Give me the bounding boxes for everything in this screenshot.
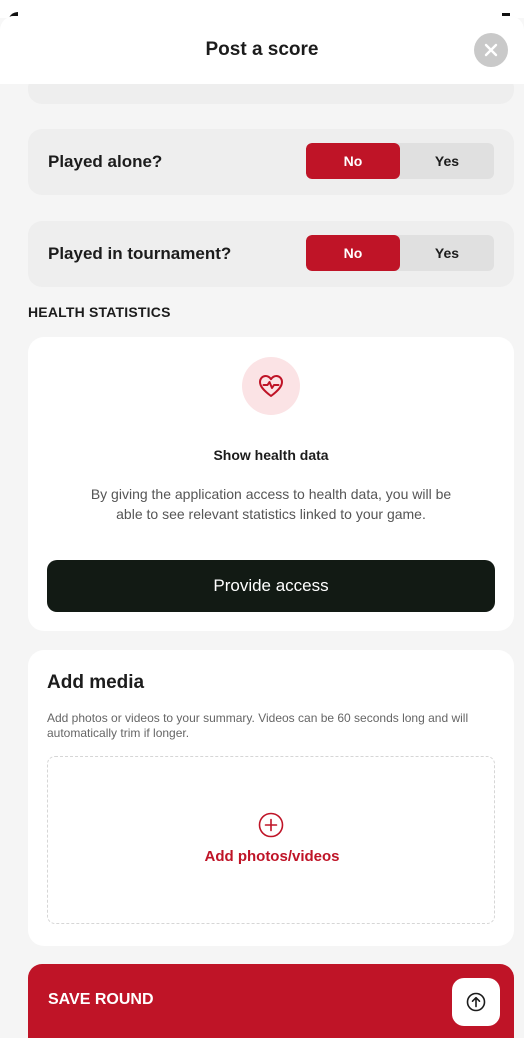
save-round-label[interactable]: SAVE ROUND [48,991,154,1009]
media-description: Add photos or videos to your summary. Vi… [47,711,469,740]
media-title: Add media [47,672,145,693]
played-alone-yes-option[interactable]: Yes [400,143,494,179]
page-title: Post a score [205,39,319,60]
post-score-sheet: Post a score Played alone? No Yes Played… [0,16,524,1038]
played-in-tournament-toggle[interactable]: No Yes [306,235,494,271]
save-round-bar[interactable]: SAVE ROUND [28,964,514,1038]
close-icon [484,43,498,57]
health-section-title: HEALTH STATISTICS [28,304,171,320]
health-card: Show health data By giving the applicati… [28,337,514,631]
save-round-button[interactable] [452,978,500,1026]
played-in-tournament-label: Played in tournament? [48,244,232,263]
sheet-header: Post a score [0,16,524,84]
arrow-up-circle-icon [466,992,486,1012]
played-alone-card: Played alone? No Yes [28,129,514,195]
close-button[interactable] [474,33,508,67]
played-alone-label: Played alone? [48,152,163,171]
provide-access-button[interactable]: Provide access [47,560,495,612]
health-description: By giving the application access to heal… [90,486,452,522]
played-alone-toggle[interactable]: No Yes [306,143,494,179]
health-title: Show health data [213,447,329,463]
media-card: Add media Add photos or videos to your s… [28,650,514,946]
played-in-tournament-yes-option[interactable]: Yes [400,235,494,271]
add-media-label[interactable]: Add photos/videos [48,848,496,865]
played-in-tournament-no-option[interactable]: No [306,235,400,271]
heart-pulse-icon [259,375,283,397]
plus-circle-icon [258,812,284,838]
heart-icon-circle [242,357,300,415]
played-in-tournament-card: Played in tournament? No Yes [28,221,514,287]
played-alone-no-option[interactable]: No [306,143,400,179]
add-media-dropzone[interactable]: Add photos/videos [47,756,495,924]
